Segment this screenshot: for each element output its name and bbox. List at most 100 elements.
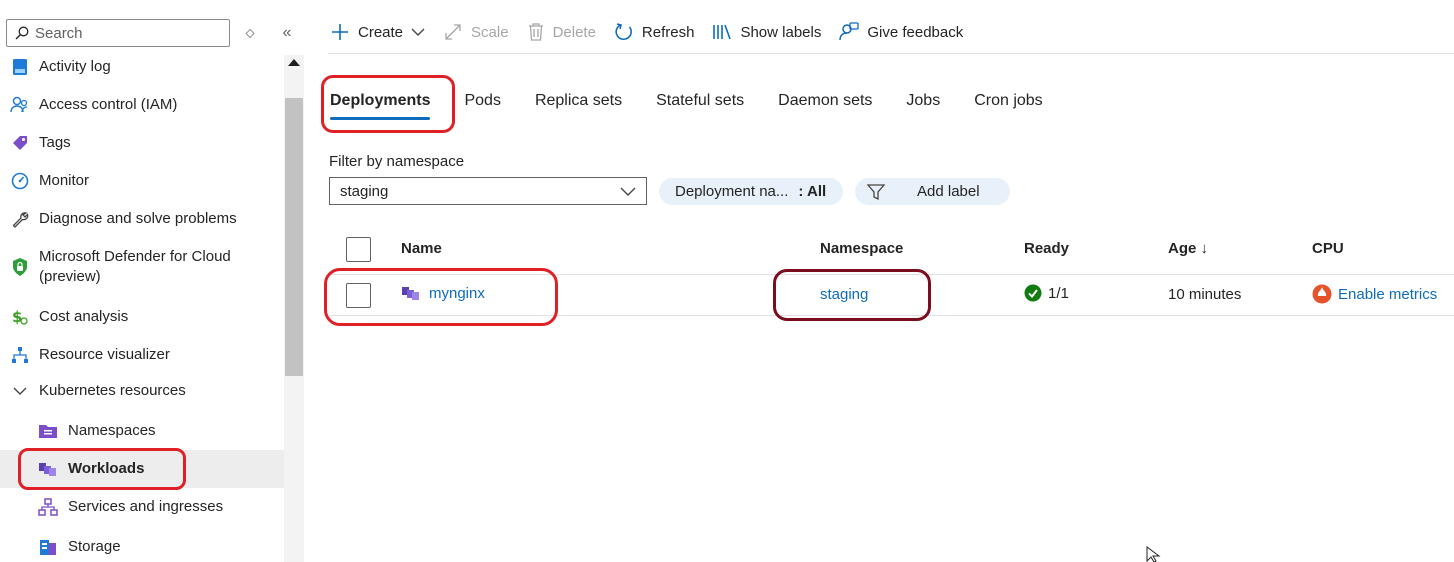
give-feedback-label: Give feedback (867, 23, 964, 41)
toolbar-divider (328, 53, 1454, 54)
sidebar-item-label: Access control (IAM) (39, 96, 178, 113)
storage-icon (38, 537, 58, 557)
scale-button[interactable]: Scale (443, 22, 509, 42)
chevron-down-icon (411, 28, 425, 36)
ready-value: 1/1 (1048, 284, 1069, 302)
refresh-button[interactable]: Refresh (614, 22, 695, 42)
tag-icon (10, 133, 30, 153)
sidebar-item-defender[interactable]: Microsoft Defender for Cloud (preview) (0, 244, 284, 290)
column-header-cpu[interactable]: CPU (1312, 240, 1344, 257)
highlight-deployments-tab (321, 75, 455, 133)
hierarchy-icon (10, 345, 30, 365)
check-circle-icon (1024, 284, 1042, 302)
tab-cron-jobs[interactable]: Cron jobs (974, 82, 1042, 120)
highlight-mynginx-row (324, 268, 558, 326)
add-label-text: Add label (917, 183, 980, 200)
scroll-up-arrow-icon[interactable] (288, 59, 300, 66)
deployment-pill-value: : All (798, 183, 827, 200)
enable-metrics-link[interactable]: Enable metrics (1338, 286, 1437, 303)
scale-icon (445, 24, 461, 40)
column-header-age[interactable]: Age ↓ (1168, 240, 1208, 257)
refresh-label: Refresh (641, 23, 695, 41)
delete-label: Delete (552, 23, 596, 41)
trash-icon (528, 23, 543, 41)
column-header-name[interactable]: Name (401, 240, 442, 257)
people-icon (10, 95, 30, 115)
sidebar-item-activity-log[interactable]: Activity log (0, 48, 284, 86)
search-icon (15, 26, 29, 40)
search-box[interactable] (6, 19, 230, 47)
ready-cell: 1/1 (1024, 284, 1069, 302)
sidebar-item-storage[interactable]: Storage (0, 528, 284, 562)
give-feedback-button[interactable]: Give feedback (839, 22, 963, 42)
sidebar-item-label: Services and ingresses (68, 498, 224, 515)
namespace-icon (38, 421, 58, 441)
deployment-pill-label: Deployment na... (675, 183, 789, 200)
services-icon (38, 497, 58, 517)
command-bar: Create Scale Delete Refresh Show labels … (330, 14, 981, 50)
highlight-workloads-item (18, 448, 186, 490)
tab-pods[interactable]: Pods (464, 82, 500, 120)
scroll-thumb[interactable] (285, 98, 303, 376)
sidebar-item-label: Kubernetes resources (39, 382, 186, 399)
gauge-icon (10, 171, 30, 191)
sidebar-scrollbar[interactable] (284, 55, 304, 562)
feedback-icon (839, 22, 859, 41)
filter-namespace-label: Filter by namespace (329, 153, 465, 170)
mouse-cursor-icon (1146, 546, 1161, 562)
sidebar-item-services[interactable]: Services and ingresses (0, 488, 284, 526)
highlight-namespace-cell (773, 269, 931, 321)
sidebar-item-label: Monitor (39, 172, 90, 189)
sidebar-item-label: Cost analysis (39, 308, 129, 325)
sidebar-item-label: Tags (39, 134, 71, 151)
search-input[interactable] (35, 24, 215, 42)
select-all-checkbox[interactable] (346, 237, 371, 262)
sidebar-item-resource-visualizer[interactable]: Resource visualizer (0, 336, 284, 374)
chevron-down-icon (620, 187, 636, 196)
chevron-down-icon[interactable] (10, 381, 30, 401)
sidebar-item-label: Activity log (39, 58, 111, 75)
activity-log-icon (10, 57, 30, 77)
sidebar-item-cost-analysis[interactable]: $ Cost analysis (0, 298, 284, 336)
dollar-icon: $ (10, 307, 30, 327)
scale-label: Scale (471, 23, 509, 41)
refresh-icon (615, 23, 632, 41)
sidebar-item-label: Namespaces (68, 422, 156, 439)
deployment-name-filter-pill[interactable]: Deployment na... : All (659, 178, 843, 205)
delete-button[interactable]: Delete (527, 22, 596, 42)
add-label-filter-pill[interactable]: Add label (855, 178, 1010, 205)
age-cell: 10 minutes (1168, 286, 1242, 303)
sidebar-item-label: Microsoft Defender for Cloud (preview) (39, 248, 231, 285)
prometheus-icon (1312, 284, 1332, 304)
svg-text:$: $ (12, 308, 22, 326)
sidebar-item-tags[interactable]: Tags (0, 124, 284, 162)
plus-icon (332, 24, 348, 40)
sidebar-item-kubernetes-resources[interactable]: Kubernetes resources (0, 372, 284, 410)
sidebar-item-label: Resource visualizer (39, 346, 170, 363)
tab-replica-sets[interactable]: Replica sets (535, 82, 622, 120)
namespace-dropdown[interactable]: staging (329, 177, 647, 205)
wrench-icon (10, 209, 30, 229)
sidebar-item-label: Diagnose and solve problems (39, 210, 237, 227)
show-labels-button[interactable]: Show labels (712, 22, 821, 42)
sidebar-item-label: Storage (68, 538, 121, 555)
sidebar-item-access-control[interactable]: Access control (IAM) (0, 86, 284, 124)
column-header-namespace[interactable]: Namespace (820, 240, 903, 257)
tab-daemon-sets[interactable]: Daemon sets (778, 82, 872, 120)
labels-icon (713, 24, 732, 40)
shield-icon (10, 257, 30, 277)
sidebar-item-namespaces[interactable]: Namespaces (0, 412, 284, 450)
filter-icon (867, 183, 885, 200)
cpu-cell: Enable metrics (1312, 284, 1437, 304)
tab-stateful-sets[interactable]: Stateful sets (656, 82, 744, 120)
sidebar-item-diagnose[interactable]: Diagnose and solve problems (0, 200, 284, 238)
create-label: Create (358, 23, 404, 41)
namespace-dropdown-value: staging (340, 182, 389, 200)
column-header-ready[interactable]: Ready (1024, 240, 1069, 257)
create-button[interactable]: Create (330, 22, 425, 42)
collapse-sidebar-icon[interactable]: « (277, 22, 297, 44)
show-labels-label: Show labels (740, 23, 822, 41)
sidebar-item-monitor[interactable]: Monitor (0, 162, 284, 200)
tab-jobs[interactable]: Jobs (906, 82, 940, 120)
sort-updown-icon[interactable]: ⬦ (240, 22, 260, 44)
